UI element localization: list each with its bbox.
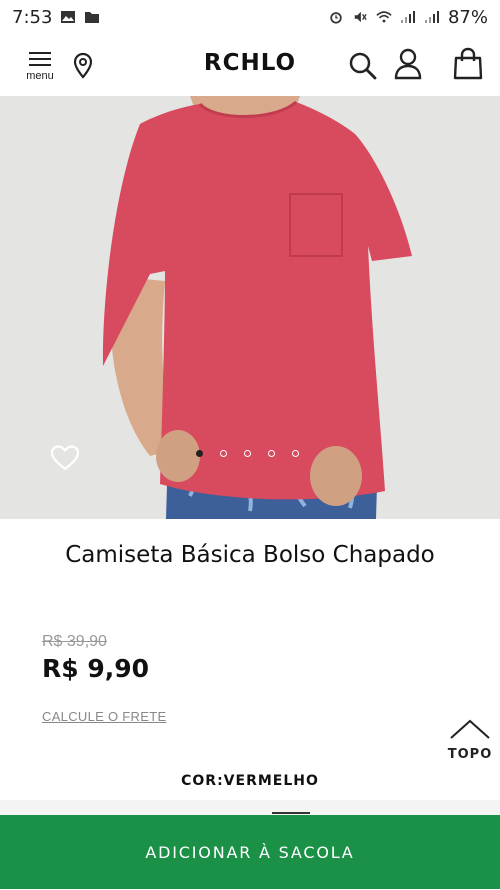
brand-logo[interactable]: RCHLO (0, 50, 500, 76)
heart-icon[interactable] (50, 444, 80, 472)
scroll-top-button[interactable]: TOPO (446, 718, 494, 762)
gallery-dot[interactable] (196, 450, 203, 457)
alarm-icon (330, 12, 342, 24)
color-value: VERMELHO (223, 773, 319, 789)
product-title: Camiseta Básica Bolso Chapado (65, 542, 435, 568)
gallery-dot[interactable] (292, 450, 299, 457)
add-to-bag-button[interactable]: ADICIONAR À SACOLA (0, 815, 500, 889)
color-selection-label: COR:VERMELHO (0, 773, 500, 789)
status-bar: 7:53 87% (0, 0, 500, 34)
gallery-dot[interactable] (220, 450, 227, 457)
chevron-up-icon (450, 719, 490, 739)
shopping-bag-icon[interactable] (452, 47, 484, 81)
calculate-shipping-link[interactable]: CALCULE O FRETE (42, 709, 166, 724)
image-icon (61, 11, 76, 23)
signal-icon (424, 11, 439, 23)
gallery-dot[interactable] (244, 450, 251, 457)
scroll-top-label: TOPO (447, 747, 493, 762)
mute-icon (354, 11, 367, 23)
color-label: COR: (181, 773, 224, 789)
old-price: R$ 39,90 (42, 633, 107, 650)
status-time: 7:53 (12, 6, 53, 28)
color-swatches (0, 800, 500, 816)
folder-icon (85, 12, 100, 23)
gallery-pagination (196, 450, 299, 457)
current-price: R$ 9,90 (42, 654, 150, 683)
search-icon[interactable] (348, 51, 378, 81)
battery-level: 87% (447, 6, 488, 28)
wifi-icon (376, 11, 392, 23)
app-header: menu RCHLO (0, 34, 500, 97)
signal-icon (400, 11, 415, 23)
gallery-dot[interactable] (268, 450, 275, 457)
user-icon[interactable] (393, 47, 423, 81)
